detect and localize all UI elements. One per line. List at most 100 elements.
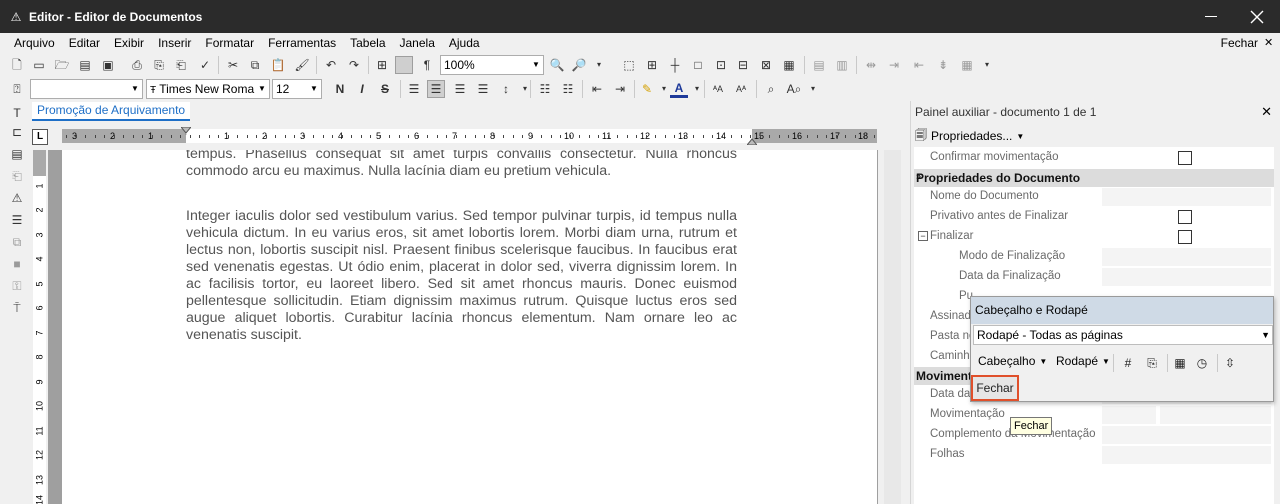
borders-icon[interactable]: ⊡ [712, 56, 730, 74]
zoom-in-icon[interactable]: 🔎 [570, 56, 588, 74]
cell-box-icon[interactable]: □ [689, 56, 707, 74]
print-icon[interactable]: ⎙ [128, 56, 146, 74]
replace-icon[interactable]: A⌕ [785, 80, 803, 98]
doc-name-field[interactable] [1102, 188, 1271, 206]
menu-arquivo[interactable]: Arquivo [7, 33, 62, 53]
style-combo[interactable]: ▼ [30, 79, 143, 99]
numbered-list-icon[interactable]: ☷ [559, 80, 577, 98]
table-icon[interactable]: ⊞ [373, 56, 391, 74]
save-icon[interactable]: ▣ [99, 56, 117, 74]
print-preview-icon[interactable]: ⎘ [150, 56, 168, 74]
chevron-down-icon[interactable]: ▼ [307, 80, 321, 98]
close-window-button[interactable] [1234, 0, 1280, 33]
menu-ajuda[interactable]: Ajuda [442, 33, 487, 53]
align-right-icon[interactable]: ☰ [451, 80, 469, 98]
strikethrough-button[interactable]: S [376, 80, 394, 98]
scroll-track[interactable] [884, 150, 901, 504]
more-icon[interactable]: ▾ [804, 80, 822, 98]
close-document-menu[interactable]: Fechar [1221, 33, 1258, 53]
merge-icon[interactable]: ⊟ [734, 56, 752, 74]
bold-button[interactable]: N [331, 80, 349, 98]
close-document-x-icon[interactable]: ✕ [1264, 36, 1276, 50]
chevron-down-icon[interactable]: ▼ [255, 80, 269, 98]
justify-icon[interactable]: ☰ [474, 80, 492, 98]
calendar-icon[interactable]: ▦ [1171, 354, 1189, 372]
copy-icon[interactable]: ⧉ [246, 56, 264, 74]
align-left-icon[interactable]: ☰ [405, 80, 423, 98]
menu-janela[interactable]: Janela [393, 33, 442, 53]
decrease-indent-icon[interactable]: ⇤ [588, 80, 606, 98]
private-checkbox[interactable] [1178, 210, 1192, 224]
more-icon[interactable]: ▾ [590, 56, 608, 74]
font-color-icon[interactable]: A [670, 80, 688, 98]
open-icon[interactable]: ▤ [76, 56, 94, 74]
switch-header-footer-icon[interactable]: ⇳ [1221, 354, 1239, 372]
collapse-icon[interactable]: − [918, 231, 928, 241]
font-combo[interactable]: Ŧ Times New Roma ▼ [146, 79, 270, 99]
confirm-checkbox[interactable] [1178, 151, 1192, 165]
header-footer-icon[interactable]: ▤ [8, 145, 26, 163]
style-icon[interactable]: ⍰ [8, 80, 26, 98]
zoom-out-icon[interactable]: 🔍 [548, 56, 566, 74]
collapse-icon[interactable]: » [916, 171, 1270, 181]
menu-ferramentas[interactable]: Ferramentas [261, 33, 343, 53]
complement-field[interactable] [1102, 426, 1271, 444]
paint-icon[interactable]: ⍑ [8, 299, 26, 317]
warning-icon[interactable]: ⚠ [8, 189, 26, 207]
document-scrollbar[interactable] [878, 150, 907, 504]
menu-inserir[interactable]: Inserir [151, 33, 198, 53]
page-number-icon[interactable]: # [1119, 354, 1137, 372]
zoom-combo[interactable]: 100% ▼ [440, 55, 544, 75]
menu-editar[interactable]: Editar [62, 33, 107, 53]
bullet-list-icon[interactable]: ☷ [536, 80, 554, 98]
open-folder-icon[interactable]: 🗁 [53, 56, 71, 74]
insert-table-icon[interactable]: ⊞ [643, 56, 661, 74]
split-icon[interactable]: ⊠ [757, 56, 775, 74]
increase-indent-icon[interactable]: ⇥ [611, 80, 629, 98]
insert-cross-icon[interactable]: ┼ [666, 56, 684, 74]
section-document-properties[interactable]: Propriedades do Documento » [914, 169, 1274, 187]
menu-tabela[interactable]: Tabela [343, 33, 392, 53]
finalize-checkbox[interactable] [1178, 230, 1192, 244]
menu-exibir[interactable]: Exibir [107, 33, 151, 53]
properties-button[interactable]: 🗐 Propriedades... ▼ [915, 127, 1024, 145]
new-document-icon[interactable]: 🗋 [8, 56, 26, 74]
movement-field-a[interactable] [1102, 406, 1156, 424]
more-icon[interactable]: ▾ [978, 56, 996, 74]
right-indent-marker[interactable] [747, 137, 757, 145]
line-spacing-icon[interactable]: ↕ [497, 80, 515, 98]
cut-icon[interactable]: ✂ [224, 56, 242, 74]
print-settings-icon[interactable]: ⎗ [172, 56, 190, 74]
final-mode-field[interactable] [1102, 248, 1271, 266]
spellcheck-icon[interactable]: ✓ [196, 56, 214, 74]
document-tab[interactable]: Promoção de Arquivamento [32, 102, 191, 121]
menu-formatar[interactable]: Formatar [198, 33, 261, 53]
pilcrow-icon[interactable]: ¶ [418, 56, 436, 74]
document-paragraph[interactable]: Integer iaculis dolor sed vestibulum var… [186, 208, 737, 344]
paste-icon[interactable]: 📋 [269, 56, 287, 74]
find-icon[interactable]: ⌕ [762, 80, 780, 98]
italic-button[interactable]: I [353, 80, 371, 98]
uppercase-icon[interactable]: ᴬA [709, 80, 727, 98]
folhas-field[interactable] [1102, 446, 1271, 464]
align-center-icon[interactable]: ☰ [427, 80, 445, 98]
lowercase-icon[interactable]: Aᴬ [732, 80, 750, 98]
footer-dropdown[interactable]: Rodapé ▼ [1056, 354, 1110, 368]
document-paragraph[interactable]: tempus. Phasellus consequat sit amet tur… [186, 150, 737, 180]
vertical-ruler[interactable]: 1 2 3 4 5 6 7 8 9 10 11 12 13 14 [33, 150, 46, 504]
table-grid-icon[interactable] [395, 56, 413, 74]
tab-stop-selector[interactable]: L [32, 129, 48, 145]
highlight-icon[interactable]: ✎ [638, 80, 656, 98]
header-footer-select[interactable]: Rodapé - Todas as páginas ▼ [973, 325, 1273, 345]
panel-close-icon[interactable]: ✕ [1261, 104, 1272, 120]
header-dropdown[interactable]: Cabeçalho ▼ [978, 354, 1047, 368]
distribute-icon[interactable]: ▦ [780, 56, 798, 74]
text-tool-icon[interactable]: T [8, 104, 26, 122]
page-count-icon[interactable]: ⎘ [1143, 354, 1161, 372]
font-size-combo[interactable]: 12 ▼ [272, 79, 322, 99]
chevron-down-icon[interactable]: ▼ [529, 56, 543, 74]
select-table-icon[interactable]: ⬚ [620, 56, 638, 74]
undo-icon[interactable]: ↶ [322, 56, 340, 74]
movement-field-b[interactable] [1160, 406, 1271, 424]
chevron-down-icon[interactable]: ▼ [1261, 326, 1270, 344]
